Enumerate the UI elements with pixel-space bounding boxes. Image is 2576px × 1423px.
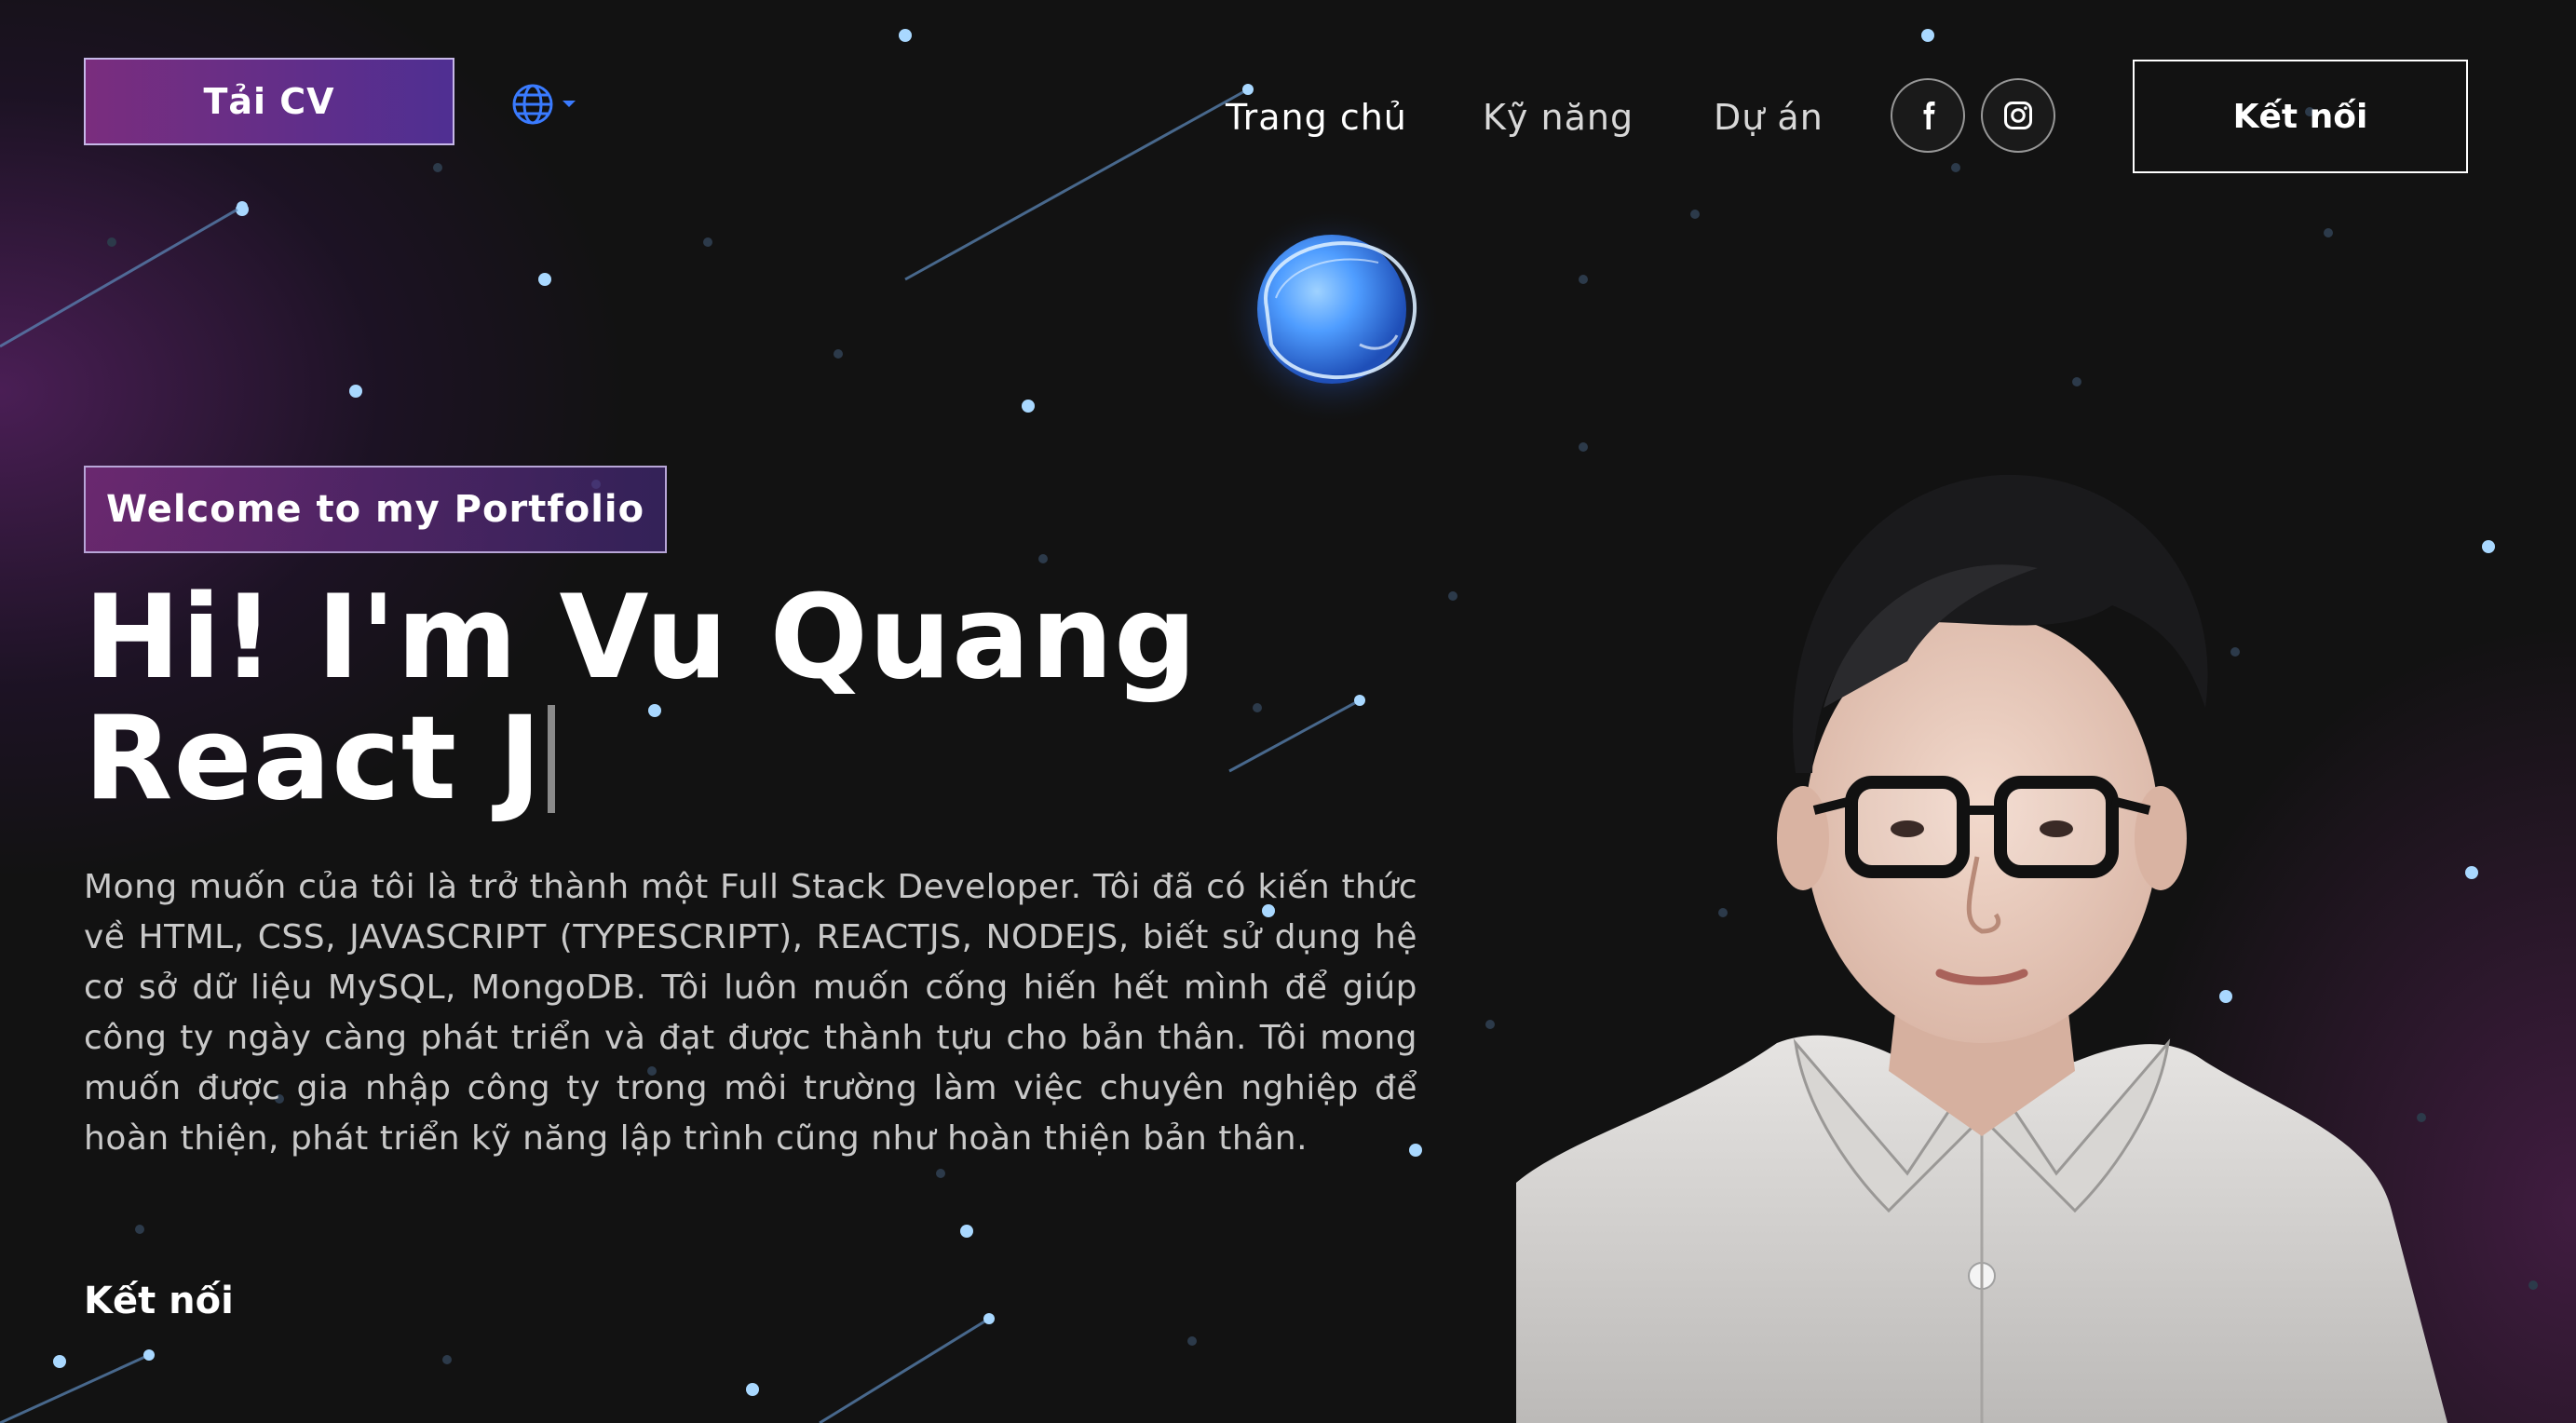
star-dim [1187, 1336, 1197, 1346]
star [538, 273, 551, 286]
shooting-star [1228, 698, 1361, 773]
download-cv-label: Tải CV [203, 81, 335, 122]
connect-button-label: Kết nối [2232, 97, 2368, 136]
star-dim [2529, 1281, 2538, 1290]
star-dim [135, 1225, 144, 1234]
typewriter-text: React J [84, 692, 543, 826]
profile-photo [1516, 474, 2447, 1423]
star-dim [1038, 554, 1048, 563]
star [746, 1383, 759, 1396]
hero-headline: Hi! I'm Vu Quang React J [84, 577, 1198, 820]
star-dim [936, 1169, 945, 1178]
instagram-link-button[interactable] [1981, 78, 2055, 153]
star-dim [1485, 1020, 1495, 1029]
shooting-star [0, 1353, 150, 1423]
headline-line-2: React J [84, 698, 1198, 820]
star [1022, 400, 1035, 413]
star-dim [834, 349, 843, 359]
star-dim [703, 237, 712, 247]
typing-cursor [548, 705, 556, 813]
shooting-star [819, 1317, 990, 1423]
star-dim [433, 163, 442, 172]
nav-item-skills[interactable]: Kỹ năng [1483, 89, 1634, 145]
welcome-tagline-text: Welcome to my Portfolio [106, 488, 645, 531]
shooting-star-head [143, 1349, 155, 1361]
star-dim [1579, 442, 1588, 452]
shooting-star [0, 205, 243, 348]
star-dim [1253, 703, 1262, 712]
facebook-icon [1923, 102, 1935, 129]
chevron-down-icon [563, 101, 576, 107]
star [1921, 29, 1934, 42]
star-dim [1951, 163, 1960, 172]
connect-link[interactable]: Kết nối [84, 1280, 234, 1322]
shooting-star-head [237, 201, 248, 212]
star-dim [1690, 210, 1700, 219]
planet-illustration [1222, 207, 1442, 427]
language-switcher[interactable] [510, 80, 585, 129]
facebook-link-button[interactable] [1891, 78, 1965, 153]
connect-button[interactable]: Kết nối [2133, 60, 2468, 173]
star-dim [2072, 377, 2081, 386]
star-dim [107, 237, 116, 247]
shooting-star [904, 88, 1249, 281]
star-dim [1579, 275, 1588, 284]
shooting-star-head [983, 1313, 995, 1324]
star [2482, 540, 2495, 553]
star [349, 385, 362, 398]
bio-paragraph: Mong muốn của tôi là trở thành một Full … [84, 868, 1417, 1158]
nav-item-projects[interactable]: Dự án [1714, 89, 1824, 145]
shooting-star-head [1354, 695, 1365, 706]
star-dim [1448, 591, 1457, 601]
star [960, 1225, 973, 1238]
download-cv-button[interactable]: Tải CV [84, 58, 454, 145]
headline-line-1: Hi! I'm Vu Quang [84, 571, 1198, 705]
globe-icon [512, 84, 553, 125]
page-background: Tải CV Trang chủ Kỹ năng Dự án Kết nối W… [0, 0, 2576, 1423]
welcome-tagline: Welcome to my Portfolio [84, 466, 668, 553]
nav-item-home[interactable]: Trang chủ [1226, 89, 1407, 145]
star [2465, 866, 2478, 879]
instagram-icon [2004, 102, 2032, 129]
star-dim [442, 1355, 452, 1364]
star-dim [2324, 228, 2333, 237]
star [53, 1355, 66, 1368]
star [899, 29, 912, 42]
